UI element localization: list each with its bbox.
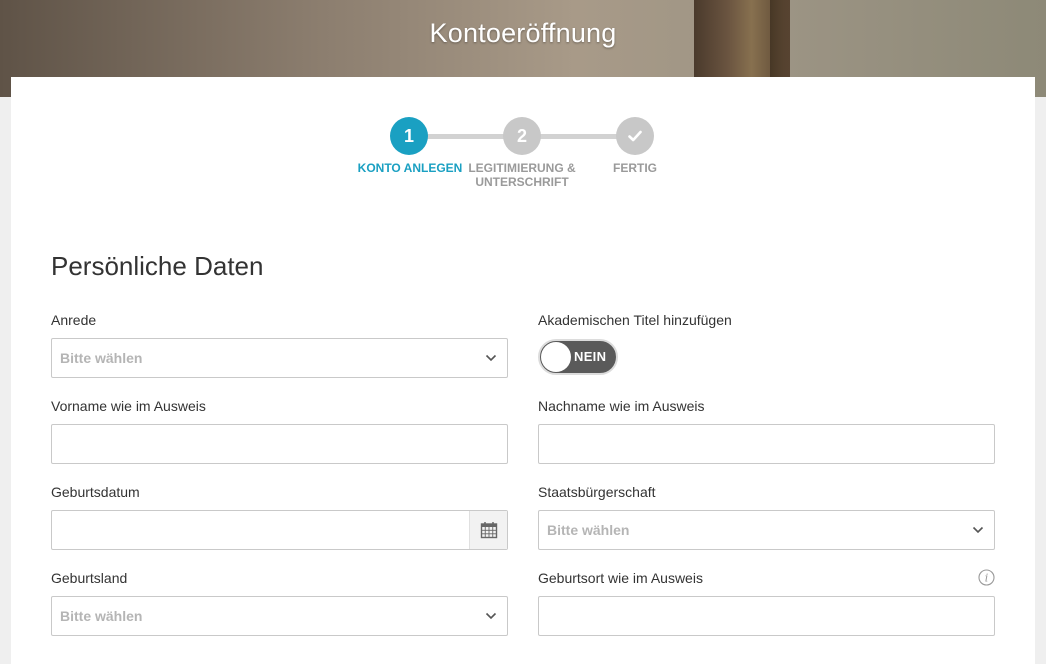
vorname-input[interactable] bbox=[51, 424, 508, 464]
staatsbuergerschaft-label: Staatsbürgerschaft bbox=[538, 484, 656, 500]
titel-toggle[interactable]: NEIN bbox=[538, 339, 618, 375]
toggle-knob bbox=[541, 342, 571, 372]
geburtsland-label: Geburtsland bbox=[51, 570, 128, 586]
step-3-circle bbox=[616, 117, 654, 155]
step-3-label: FERTIG bbox=[613, 161, 657, 175]
step-1-circle: 1 bbox=[390, 117, 428, 155]
calendar-icon bbox=[480, 522, 497, 539]
form-card: 1 2 KONTO ANLEGEN LEGITIMIERUNG & UNTERS… bbox=[11, 77, 1035, 664]
geburtsort-label: Geburtsort wie im Ausweis bbox=[538, 570, 703, 586]
progress-stepper: 1 2 KONTO ANLEGEN LEGITIMIERUNG & UNTERS… bbox=[11, 77, 1035, 217]
nachname-input[interactable] bbox=[538, 424, 995, 464]
checkmark-icon bbox=[628, 130, 642, 142]
geburtsland-select[interactable]: Bitte wählen bbox=[51, 596, 508, 636]
chevron-down-icon bbox=[972, 526, 984, 534]
svg-text:i: i bbox=[985, 572, 989, 585]
geburtsdatum-label: Geburtsdatum bbox=[51, 484, 140, 500]
datepicker-button[interactable] bbox=[469, 511, 507, 549]
step-1-label: KONTO ANLEGEN bbox=[357, 161, 463, 175]
step-2-circle: 2 bbox=[503, 117, 541, 155]
step-2-label: LEGITIMIERUNG & UNTERSCHRIFT bbox=[468, 161, 576, 189]
nachname-label: Nachname wie im Ausweis bbox=[538, 398, 705, 414]
geburtsort-input[interactable] bbox=[538, 596, 995, 636]
anrede-label: Anrede bbox=[51, 312, 97, 328]
chevron-down-icon bbox=[485, 354, 497, 362]
section-title: Persönliche Daten bbox=[51, 251, 264, 281]
geburtsdatum-input[interactable] bbox=[51, 510, 508, 550]
page-title: Kontoeröffnung bbox=[429, 18, 617, 48]
vorname-label: Vorname wie im Ausweis bbox=[51, 398, 206, 414]
titel-label: Akademischen Titel hinzufügen bbox=[538, 312, 732, 328]
chevron-down-icon bbox=[485, 612, 497, 620]
staatsbuergerschaft-select[interactable]: Bitte wählen bbox=[538, 510, 995, 550]
anrede-select[interactable]: Bitte wählen bbox=[51, 338, 508, 378]
info-icon[interactable]: i bbox=[978, 569, 995, 586]
